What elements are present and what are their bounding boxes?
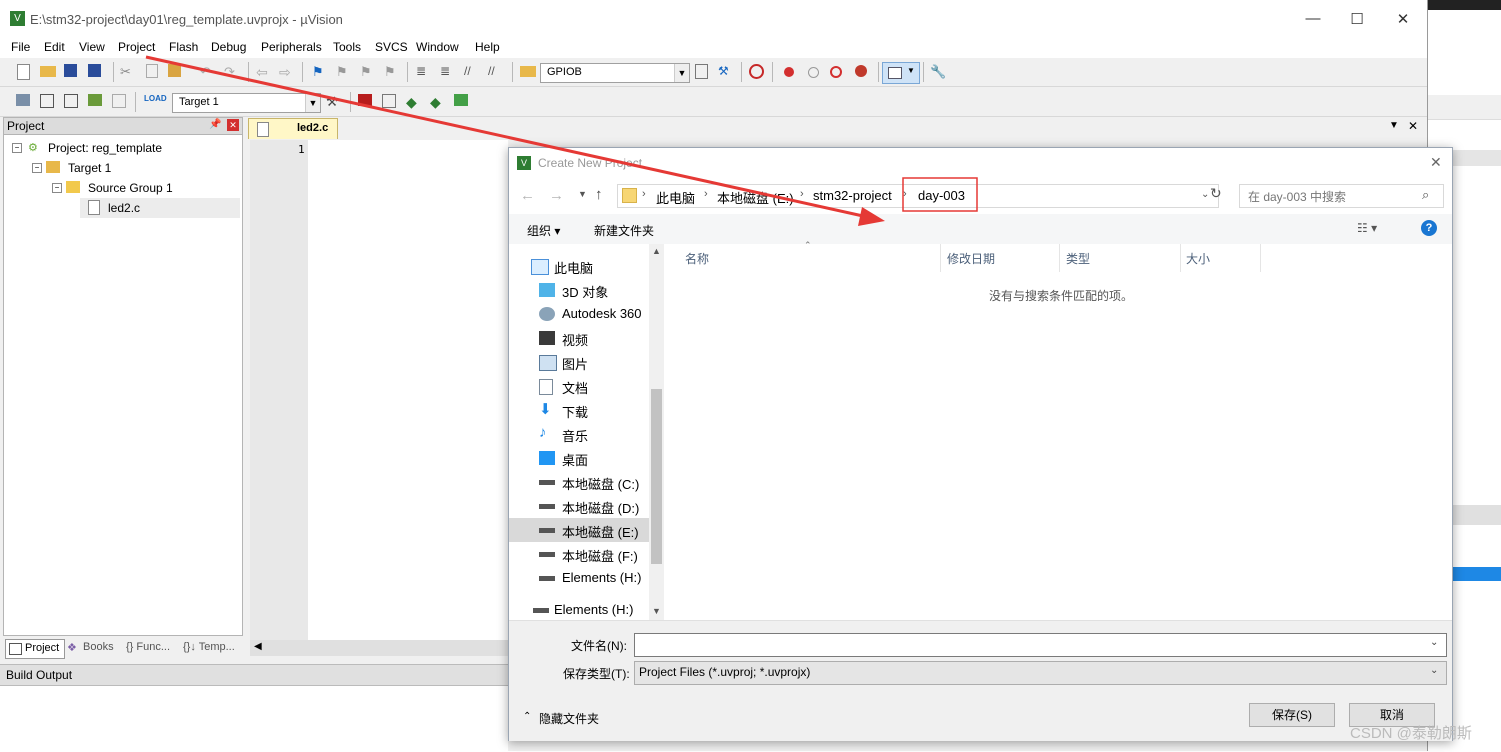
red-arrow-head (858, 207, 885, 226)
annotation-overlay (145, 55, 978, 226)
red-arrow-line (145, 55, 873, 220)
highlight-box (902, 177, 978, 212)
watermark: CSDN @泰勒朗斯 (1350, 725, 1472, 742)
